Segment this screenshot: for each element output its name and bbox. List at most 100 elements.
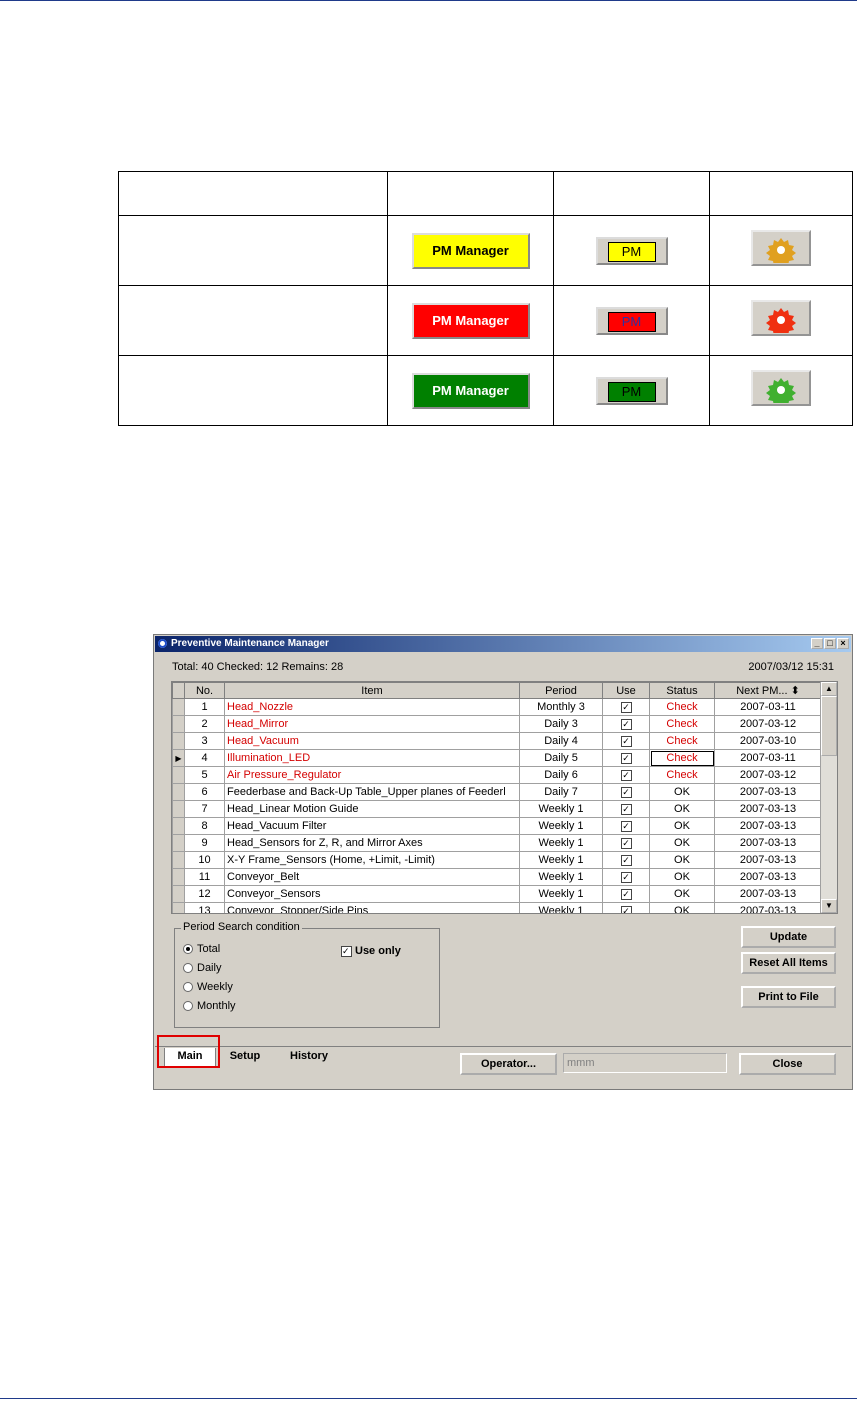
use-checkbox[interactable]: ✓ [602,800,650,818]
column-header-use[interactable]: Use [602,682,650,699]
table-row[interactable]: 3 Head_Vacuum Daily 4 ✓ Check 2007-03-10 [172,732,822,750]
status-check-button[interactable]: Check [649,732,715,750]
row-indicator[interactable] [172,698,185,716]
use-checkbox[interactable]: ✓ [602,885,650,903]
use-checkbox[interactable]: ✓ [602,851,650,869]
row-indicator[interactable] [172,715,185,733]
minimize-button[interactable]: _ [811,638,823,649]
print-to-file-button[interactable]: Print to File [741,986,836,1008]
row-indicator[interactable] [172,783,185,801]
cell-item: Conveyor_Stopper/Side Pins [224,902,520,913]
table-row[interactable]: 10 X-Y Frame_Sensors (Home, +Limit, -Limi… [172,851,822,869]
table-row[interactable]: 1 Head_Nozzle Monthly 3 ✓ Check 2007-03-11 [172,698,822,716]
operator-button[interactable]: Operator... [460,1053,557,1075]
current-row-arrow-icon[interactable]: ▶ [172,749,185,767]
use-checkbox[interactable]: ✓ [602,902,650,913]
use-checkbox[interactable]: ✓ [602,732,650,750]
close-button[interactable]: Close [739,1053,836,1075]
table-row[interactable]: 13 Conveyor_Stopper/Side Pins Weekly 1 ✓ OK 2… [172,902,822,913]
status-ok: OK [649,868,715,886]
cell-next-pm: 2007-03-13 [714,868,822,886]
status-check-button[interactable]: Check [649,698,715,716]
cell-item: Feederbase and Back-Up Table_Upper plane… [224,783,520,801]
scroll-up-arrow-icon[interactable]: ▲ [821,682,837,696]
row-indicator[interactable] [172,732,185,750]
legend-header-cell [709,171,853,216]
row-indicator[interactable] [172,817,185,835]
column-header-period[interactable]: Period [519,682,603,699]
cell-no: 10 [184,851,225,869]
use-checkbox[interactable]: ✓ [602,868,650,886]
maximize-button[interactable]: □ [824,638,836,649]
column-header-next-pm[interactable]: Next PM... ⬍ [714,682,822,699]
checkbox-checked-icon: ✓ [620,719,632,730]
tab-history[interactable]: History [278,1048,340,1067]
cell-period: Daily 5 [519,749,603,767]
row-indicator[interactable] [172,851,185,869]
period-search-title: Period Search condition [181,921,302,933]
scroll-down-arrow-icon[interactable]: ▼ [821,899,837,913]
radio-daily[interactable]: Daily [183,962,221,974]
use-checkbox[interactable]: ✓ [602,749,650,767]
pm-small-button: PM [595,236,668,265]
legend-row: PM Manager PM [118,355,853,426]
cell-no: 7 [184,800,225,818]
checkbox-checked-icon: ✓ [620,821,632,832]
use-checkbox[interactable]: ✓ [602,698,650,716]
cell-item: Conveyor_Sensors [224,885,520,903]
icon-cell [709,285,853,356]
row-indicator[interactable] [172,766,185,784]
column-header-item[interactable]: Item [224,682,520,699]
operator-field[interactable]: mmm [563,1053,727,1073]
legend-header-cell [387,171,554,216]
use-checkbox[interactable]: ✓ [602,783,650,801]
use-checkbox[interactable]: ✓ [602,834,650,852]
table-row[interactable]: 5 Air Pressure_Regulator Daily 6 ✓ Check 2007… [172,766,822,784]
use-checkbox[interactable]: ✓ [602,817,650,835]
column-header-no[interactable]: No. [184,682,225,699]
radio-selected-icon [183,944,193,955]
grid-vertical-scrollbar[interactable]: ▲ ▼ [820,682,837,913]
scrollbar-thumb[interactable] [821,696,837,756]
big-button-cell: PM Manager [387,285,554,356]
table-row[interactable]: 6 Feederbase and Back-Up Table_Upper plan… [172,783,822,801]
radio-total[interactable]: Total [183,943,220,955]
table-row[interactable]: ▶ 4 Illumination_LED Daily 5 ✓ Check 2007-03-1… [172,749,822,767]
column-header-status[interactable]: Status [649,682,715,699]
legend-row: PM Manager PM [118,215,853,286]
row-indicator[interactable] [172,834,185,852]
table-row[interactable]: 8 Head_Vacuum Filter Weekly 1 ✓ OK 2007-03-13 [172,817,822,835]
close-window-button[interactable]: × [837,638,849,649]
radio-unselected-icon [183,982,193,993]
table-row[interactable]: 12 Conveyor_Sensors Weekly 1 ✓ OK 2007-03-13 [172,885,822,903]
use-only-checkbox[interactable]: ✓ Use only [341,945,401,957]
status-check-button[interactable]: Check [649,715,715,733]
update-button[interactable]: Update [741,926,836,948]
row-indicator-header [172,682,185,699]
use-checkbox[interactable]: ✓ [602,766,650,784]
checkbox-checked-icon: ✓ [341,945,352,957]
cell-item: Head_Linear Motion Guide [224,800,520,818]
table-row[interactable]: 11 Conveyor_Belt Weekly 1 ✓ OK 2007-03-13 [172,868,822,886]
reset-all-items-button[interactable]: Reset All Items [741,952,836,974]
table-row[interactable]: 9 Head_Sensors for Z, R, and Mirror Axes W… [172,834,822,852]
row-indicator[interactable] [172,868,185,886]
status-check-button[interactable]: Check [649,749,715,767]
table-row[interactable]: 2 Head_Mirror Daily 3 ✓ Check 2007-03-12 [172,715,822,733]
big-button-cell: PM Manager [387,215,554,286]
cell-next-pm: 2007-03-10 [714,732,822,750]
radio-weekly[interactable]: Weekly [183,981,233,993]
status-ok: OK [649,817,715,835]
row-indicator[interactable] [172,800,185,818]
radio-monthly[interactable]: Monthly [183,1000,236,1012]
window-titlebar[interactable]: Preventive Maintenance Manager _ □ × [155,636,851,652]
small-button-cell: PM [553,215,710,286]
tab-setup[interactable]: Setup [220,1048,270,1067]
row-indicator[interactable] [172,902,185,913]
checkbox-checked-icon: ✓ [620,906,632,913]
legend-row-label [118,215,388,286]
use-checkbox[interactable]: ✓ [602,715,650,733]
table-row[interactable]: 7 Head_Linear Motion Guide Weekly 1 ✓ OK 2007… [172,800,822,818]
status-check-button[interactable]: Check [649,766,715,784]
row-indicator[interactable] [172,885,185,903]
